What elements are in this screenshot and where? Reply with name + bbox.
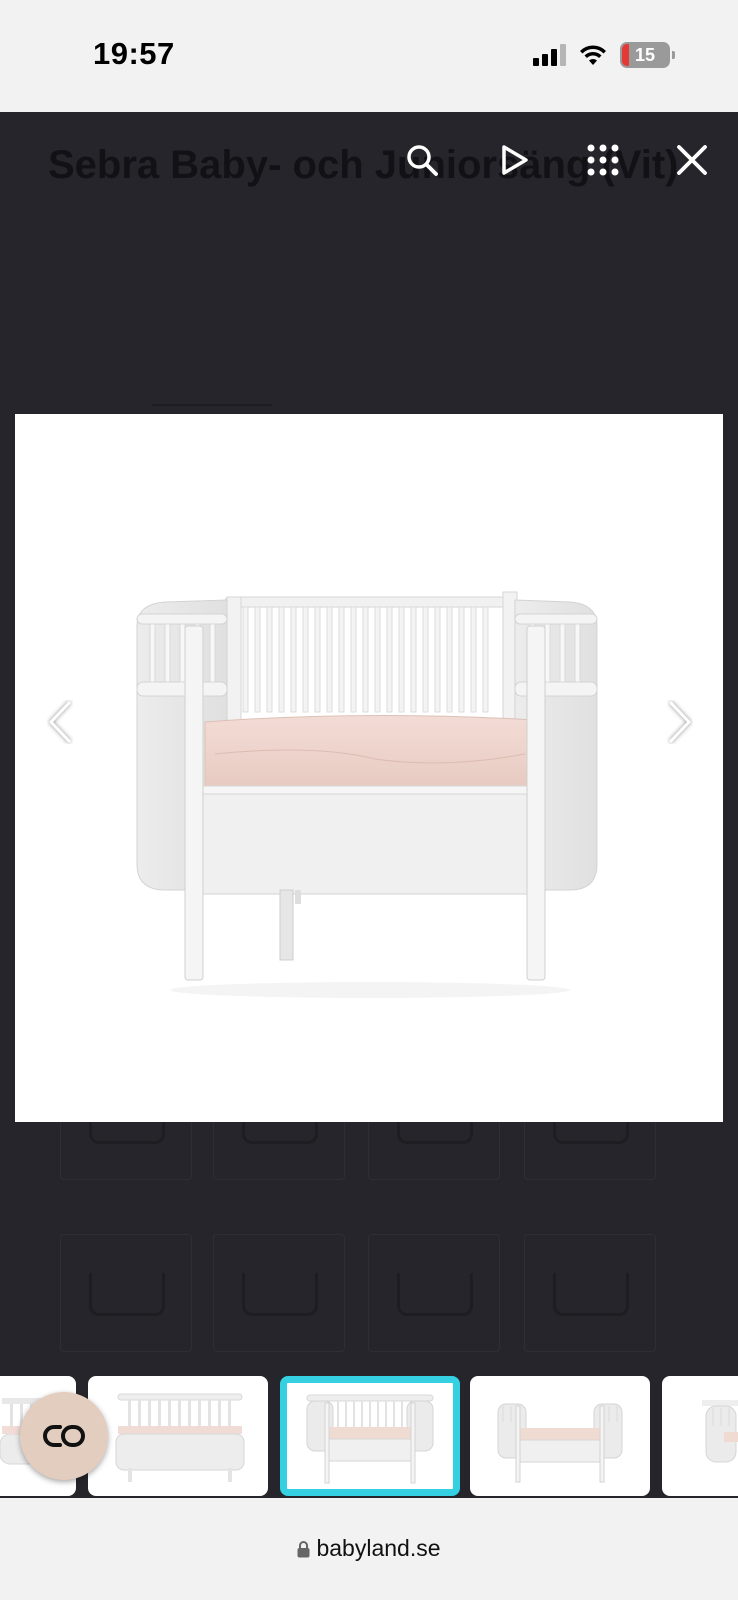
lock-icon	[297, 1540, 310, 1557]
thumbnail-active[interactable]	[280, 1376, 460, 1496]
background-tile	[60, 1234, 192, 1352]
wifi-icon	[580, 45, 606, 65]
status-time: 19:57	[93, 36, 175, 71]
grid-icon[interactable]	[583, 140, 623, 180]
cart-link-icon	[43, 1425, 85, 1447]
background-tile	[524, 1234, 656, 1352]
cart-link-button[interactable]	[20, 1392, 108, 1480]
thumbnail[interactable]	[470, 1376, 650, 1496]
thumbnail[interactable]	[88, 1376, 268, 1496]
background-tile	[213, 1234, 345, 1352]
thumbnail[interactable]	[662, 1376, 738, 1496]
battery-level: 15	[634, 44, 656, 65]
image-viewer-overlay: Sebra Baby- och Juniorsäng (Vit)	[0, 112, 738, 1498]
url-domain: babyland.se	[316, 1535, 441, 1561]
battery-icon: 15	[620, 42, 675, 68]
thumbnail-strip	[0, 1362, 738, 1496]
background-tile	[368, 1234, 500, 1352]
browser-url-bar[interactable]: babyland.se	[0, 1498, 738, 1600]
main-product-image[interactable]	[15, 414, 723, 1122]
chevron-left-icon[interactable]	[38, 690, 82, 754]
close-icon[interactable]	[672, 140, 712, 180]
background-line	[152, 390, 272, 406]
status-bar: 19:57 15	[0, 0, 738, 112]
cellular-signal-icon	[533, 44, 566, 66]
baby-bed-illustration	[136, 591, 598, 998]
chevron-right-icon[interactable]	[658, 690, 702, 754]
search-icon[interactable]	[402, 140, 442, 180]
status-icons: 15	[533, 40, 675, 70]
play-icon[interactable]	[494, 140, 534, 180]
